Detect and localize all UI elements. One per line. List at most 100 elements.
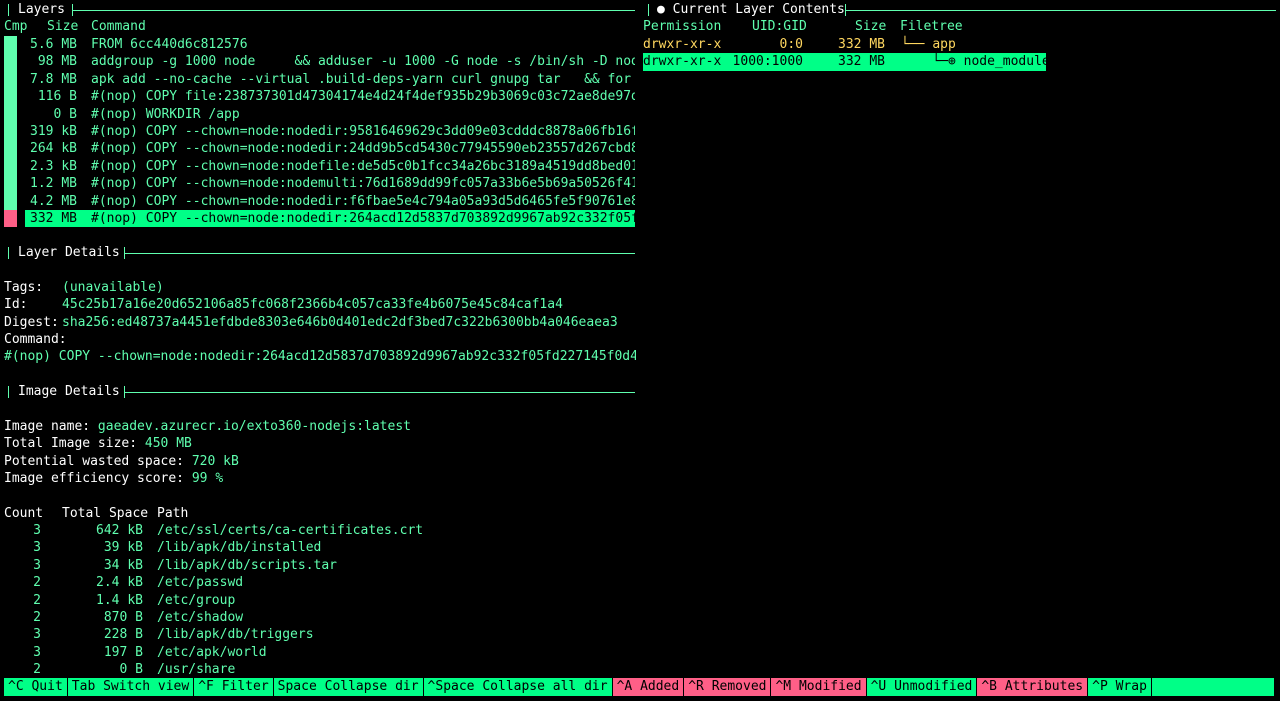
efficiency-value: 99 % (191, 471, 224, 486)
tree-col-filetree: Filetree (900, 19, 963, 34)
command-value: #(nop) COPY --chown=node:nodedir:264acd1… (4, 349, 636, 364)
wasted-total: 228 B (103, 627, 143, 643)
layer-cmp-indicator (4, 36, 17, 54)
tree-name: app (932, 37, 956, 52)
keybinding-label: Wrap (1115, 679, 1147, 694)
tree-uidgid: 1000:1000 (732, 54, 803, 70)
wasted-count: 2 (33, 610, 41, 625)
layer-row[interactable]: 7.8 MB apk add --no-cache --virtual .buil… (25, 71, 635, 88)
layer-row[interactable]: 116 B #(nop) COPY file:238737301d47304174… (25, 88, 635, 105)
keybinding-key: Tab (71, 679, 96, 694)
image-size-value: 450 MB (144, 436, 192, 451)
active-pane-bullet-icon: ● (657, 2, 665, 17)
panel-border (124, 392, 635, 393)
keybinding-key: ^U (870, 679, 887, 694)
keybinding-label: Filter (221, 679, 269, 694)
panel-border (8, 4, 9, 16)
layer-row[interactable]: 264 kB #(nop) COPY --chown=node:nodedir:2… (25, 140, 635, 157)
layer-size: 5.6 MB (30, 37, 77, 52)
keybinding-key: ^A (616, 679, 633, 694)
wasted-total: 34 kB (103, 557, 143, 573)
keybinding-key: ^C (8, 679, 24, 694)
current-layer-title-wrap: ● Current Layer Contents (657, 1, 845, 18)
keybinding-label: Attributes (1004, 679, 1084, 694)
image-details-title: Image Details (18, 384, 120, 399)
wasted-path: /etc/apk/world (157, 644, 267, 660)
layer-row[interactable]: 332 MB #(nop) COPY --chown=node:nodedir:2… (25, 210, 635, 228)
layer-row[interactable]: 319 kB #(nop) COPY --chown=node:nodedir:9… (25, 123, 635, 140)
wasted-space-label: Potential wasted space: (4, 454, 185, 469)
digest-label: Digest: (4, 315, 59, 330)
keybinding-removed[interactable]: ^R Removed (684, 678, 772, 696)
layer-row[interactable]: 2.3 kB #(nop) COPY --chown=node:nodefile:… (25, 158, 635, 175)
layer-command: #(nop) COPY --chown=node:nodedir:9581646… (91, 124, 635, 139)
wasted-count: 2 (33, 592, 41, 608)
tree-name: node_modules (963, 54, 1058, 70)
keybinding-key: ^F (198, 679, 214, 694)
wasted-total: 870 B (103, 610, 143, 625)
layer-command: FROM 6cc440d6c812576 (91, 37, 248, 52)
layer-row[interactable]: 4.2 MB #(nop) COPY --chown=node:nodedir:f… (25, 193, 635, 210)
layer-cmp-indicator (4, 70, 17, 89)
panel-border (124, 253, 635, 254)
keybinding-quit[interactable]: ^C Quit (4, 678, 68, 696)
layer-cmp-indicator (4, 53, 17, 71)
layer-cmp-indicator (4, 192, 17, 210)
wasted-path: /lib/apk/db/installed (157, 540, 322, 556)
tree-col-uidgid: UID:GID (752, 19, 807, 34)
wasted-count: 3 (33, 644, 41, 660)
layer-row[interactable]: 5.6 MB FROM 6cc440d6c812576 (25, 36, 635, 53)
keybinding-label: Switch view (103, 679, 190, 694)
keybinding-label: Collapse all dir (482, 679, 608, 694)
wasted-col-total: Total Space (62, 506, 149, 521)
layer-size: 4.2 MB (30, 193, 77, 209)
tree-uidgid: 0:0 (779, 37, 803, 52)
tree-permission: drwxr-xr-x (643, 37, 722, 52)
panel-border (648, 4, 649, 16)
layer-row[interactable]: 0 B #(nop) WORKDIR /app (25, 106, 635, 123)
keybinding-label: Removed (711, 679, 767, 694)
wasted-space-line: Potential wasted space: 720 kB (4, 453, 239, 470)
keybinding-modified[interactable]: ^M Modified (771, 678, 867, 696)
wasted-path: /usr/share (157, 662, 236, 678)
layer-size: 264 kB (30, 141, 77, 157)
wasted-total: 197 B (103, 644, 143, 660)
wasted-path: /etc/shadow (157, 610, 244, 625)
keybinding-filter[interactable]: ^F Filter (194, 678, 274, 696)
wasted-space-value: 720 kB (191, 454, 239, 469)
wasted-count: 3 (33, 523, 41, 538)
layers-col-size: Size (47, 19, 79, 34)
keybinding-collapse-all-dir[interactable]: ^Space Collapse all dir (424, 678, 613, 696)
layer-cmp-indicator (4, 88, 17, 106)
keybinding-collapse-dir[interactable]: Space Collapse dir (274, 678, 424, 696)
layers-col-cmp: Cmp (4, 19, 28, 34)
id-value: 45c25b17a16e20d652106a85fc068f2366b4c057… (62, 297, 563, 312)
layer-size: 0 B (53, 106, 77, 122)
keybinding-unmodified[interactable]: ^U Unmodified (867, 678, 978, 696)
tree-col-size: Size (855, 19, 887, 34)
keybinding-label: Quit (31, 679, 63, 694)
keybinding-wrap[interactable]: ^P Wrap (1088, 678, 1152, 696)
tree-prefix: └─⊕ (901, 54, 964, 70)
wasted-col-count: Count (4, 506, 44, 521)
layer-size: 319 kB (30, 124, 77, 139)
filetree-row[interactable]: drwxr-xr-x 1000:1000 332 MB └─⊕ node_modul… (643, 53, 1058, 71)
keybinding-added[interactable]: ^A Added (612, 678, 685, 696)
layer-row[interactable]: 98 MB addgroup -g 1000 node && adduser -u… (25, 53, 635, 70)
wasted-col-path: Path (157, 506, 189, 521)
image-name-label: Image name: (4, 419, 91, 434)
tags-value: (unavailable) (62, 280, 164, 295)
keybinding-attributes[interactable]: ^B Attributes (977, 678, 1089, 696)
layer-row[interactable]: 1.2 MB #(nop) COPY --chown=node:nodemulti… (25, 175, 635, 192)
wasted-total: 642 kB (96, 523, 143, 538)
tree-permission: drwxr-xr-x (643, 54, 722, 70)
layer-cmp-indicator (4, 105, 17, 123)
layer-cmp-indicator (4, 210, 17, 228)
keybinding-switch-view[interactable]: Tab Switch view (68, 678, 195, 696)
efficiency-label: Image efficiency score: (4, 471, 185, 486)
efficiency-line: Image efficiency score: 99 % (4, 470, 223, 487)
layer-cmp-indicator (4, 175, 17, 193)
keybinding-key: ^Space (427, 679, 475, 694)
wasted-count: 3 (33, 557, 41, 573)
image-size-label: Total Image size: (4, 436, 138, 451)
